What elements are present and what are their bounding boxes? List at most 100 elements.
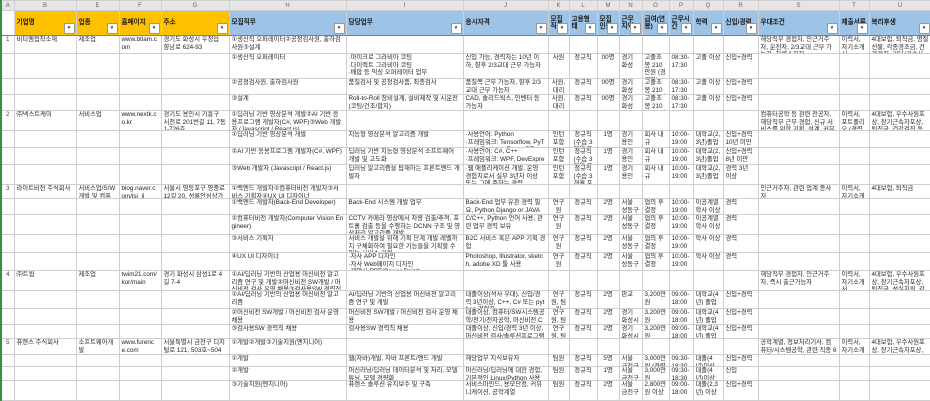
cell-N-row11[interactable]: 서울 성동구 [619, 235, 642, 253]
cell-E-row20[interactable] [76, 381, 119, 401]
cell-F-row18[interactable] [119, 355, 161, 367]
cell-P-row2[interactable]: 08:30-17:30 [669, 79, 693, 95]
cell-G-row7[interactable] [161, 165, 229, 185]
cell-L-row16[interactable]: 정규직 [569, 325, 597, 339]
column-letter-S[interactable]: S [758, 1, 839, 11]
cell-S-row14[interactable] [758, 291, 839, 309]
cell-I-row4[interactable] [346, 111, 463, 131]
header-cell-blank[interactable] [1, 11, 14, 36]
cell-U-row20[interactable] [869, 381, 930, 401]
cell-O-row8[interactable] [642, 185, 669, 199]
cell-J-row18[interactable]: 해당업무 지식보유자 [463, 355, 548, 367]
cell-Q-row6[interactable]: 대학교(2,3년)졸업 [693, 148, 723, 165]
cell-B-row10[interactable] [14, 215, 76, 235]
cell-T-row20[interactable] [839, 381, 869, 401]
cell-H-row11[interactable]: ③서비스 기획자 [229, 235, 346, 253]
cell-U-row19[interactable] [869, 367, 930, 381]
cell-M-row4[interactable] [597, 111, 619, 131]
cell-S-row11[interactable] [758, 235, 839, 253]
cell-Q-row13[interactable] [693, 271, 723, 291]
cell-T-row3[interactable] [839, 95, 869, 111]
cell-Q-row5[interactable]: 대학교(2,3년)졸업 [693, 131, 723, 148]
filter-dropdown-icon[interactable]: ▼ [827, 23, 838, 34]
cell-M-row1[interactable]: 00명 [597, 54, 619, 79]
cell-P-row12[interactable]: 10:00-19:00 [669, 253, 693, 271]
row-number-cell[interactable]: 2 [1, 111, 14, 131]
cell-N-row13[interactable] [619, 271, 642, 291]
cell-P-row15[interactable]: 09:00-18:00 [669, 309, 693, 325]
cell-N-row2[interactable]: 경기 화성 [619, 79, 642, 95]
cell-K-row2[interactable]: 사원, 대리 [548, 79, 569, 95]
cell-J-row4[interactable] [463, 111, 548, 131]
cell-U-row0[interactable]: 4대보험, 퇴직금, 명절선물, 각종경조금, 건강검진, 기타(기숙사, 통근… [869, 36, 930, 54]
filter-dropdown-icon[interactable]: ▼ [711, 23, 722, 34]
cell-I-row6[interactable]: 딥러닝 기반 지능형 영상분석 소프트웨어 개발 및 고도화 [346, 148, 463, 165]
cell-M-row11[interactable]: 2명 [597, 235, 619, 253]
cell-J-row3[interactable]: CAD, 솔리드웍스, 인벤터 등 가능자 [463, 95, 548, 111]
cell-E-row19[interactable] [76, 367, 119, 381]
cell-F-row1[interactable] [119, 54, 161, 79]
cell-O-row9[interactable]: 협의 후 결정 [642, 199, 669, 215]
cell-G-row10[interactable] [161, 215, 229, 235]
cell-P-row19[interactable]: 09:30-18:30 [669, 367, 693, 381]
cell-H-row17[interactable]: ①개발②개발③기술지원(엔지니어) [229, 339, 346, 355]
row-number-cell[interactable] [1, 79, 14, 95]
filter-dropdown-icon[interactable]: ▼ [607, 23, 618, 34]
cell-K-row7[interactable]: 인턴 포함 [548, 165, 569, 185]
cell-R-row16[interactable]: 신입+경력 [723, 325, 758, 339]
cell-I-row13[interactable] [346, 271, 463, 291]
row-number-cell[interactable] [1, 309, 14, 325]
cell-R-row6[interactable]: 신입+경력 8년 미만 [723, 148, 758, 165]
row-number-cell[interactable] [1, 199, 14, 215]
cell-S-row17[interactable]: 공학계열, 정보처리기사, 컴퓨터/시스템공학, 관련 직종 6개월 이상 [758, 339, 839, 355]
cell-E-row4[interactable]: 서비스업 [76, 111, 119, 131]
cell-Q-row3[interactable]: 고졸 이상 [693, 95, 723, 111]
cell-O-row17[interactable] [642, 339, 669, 355]
cell-I-row18[interactable]: 웹(자바)개발, 자바 프론트/엔드 개발 [346, 355, 463, 367]
cell-N-row7[interactable]: 경기 용인 [619, 165, 642, 185]
header-cell-I[interactable]: 담당업무▼ [346, 11, 463, 36]
header-cell-P[interactable]: 근무시간▼ [669, 11, 693, 36]
cell-O-row19[interactable]: 3,000만 원 [642, 367, 669, 381]
cell-K-row16[interactable]: 연구원, 팀원 [548, 325, 569, 339]
cell-S-row7[interactable] [758, 165, 839, 185]
cell-I-row20[interactable]: 퓨렌스 솔루션 유지보수 및 구축 [346, 381, 463, 401]
cell-M-row0[interactable] [597, 36, 619, 54]
cell-S-row13[interactable]: 해당직무 경험자, 인근거주자, 즉시 출근가능자 [758, 271, 839, 291]
cell-J-row19[interactable]: 머신러닝/딥러닝에 대한 경험, 기본적인 Linux/Python 사용능력 [463, 367, 548, 381]
cell-R-row11[interactable]: 경력 [723, 235, 758, 253]
cell-P-row5[interactable]: 10:00-19:00 [669, 131, 693, 148]
cell-O-row16[interactable]: 3,200만 원 [642, 325, 669, 339]
cell-G-row6[interactable] [161, 148, 229, 165]
cell-M-row2[interactable]: 00명 [597, 79, 619, 95]
cell-H-row5[interactable]: ①딥러닝 기반 영상분석 개발 [229, 131, 346, 148]
row-number-cell[interactable]: 4 [1, 271, 14, 291]
column-letter-P[interactable]: P [669, 1, 693, 11]
cell-T-row11[interactable] [839, 235, 869, 253]
cell-H-row0[interactable]: ①생산직 오퍼레이터②공정검사원, 출하검사원③설계 [229, 36, 346, 54]
cell-U-row15[interactable] [869, 309, 930, 325]
cell-I-row2[interactable]: 품질검사 및 공정검사품, 최종검사 [346, 79, 463, 95]
filter-dropdown-icon[interactable]: ▼ [657, 23, 668, 34]
cell-T-row7[interactable] [839, 165, 869, 185]
cell-L-row8[interactable] [569, 185, 597, 199]
cell-S-row0[interactable]: 해당직무 경험자, 인근거주자, 운전자, 2/3교대 근무 가능자, 차량소지… [758, 36, 839, 54]
cell-J-row2[interactable]: 품질쪽 근무 가능자, 향후 2/3교대 근무 가능자 [463, 79, 548, 95]
cell-Q-row9[interactable]: 이공계열 학사 이상 [693, 199, 723, 215]
cell-G-row0[interactable]: 경기도 화성시 우정읍 향남로 624-93 [161, 36, 229, 54]
cell-E-row16[interactable] [76, 325, 119, 339]
cell-E-row15[interactable] [76, 309, 119, 325]
cell-K-row3[interactable]: 사원, 대리 [548, 95, 569, 111]
cell-L-row10[interactable]: 정규직 [569, 215, 597, 235]
cell-B-row1[interactable] [14, 54, 76, 79]
cell-N-row20[interactable]: 서울 금천구 [619, 381, 642, 401]
header-cell-T[interactable]: 제출서류▼ [839, 11, 869, 36]
cell-G-row12[interactable] [161, 253, 229, 271]
cell-F-row19[interactable] [119, 367, 161, 381]
cell-E-row18[interactable] [76, 355, 119, 367]
cell-E-row0[interactable]: 제조업 [76, 36, 119, 54]
row-number-cell[interactable] [1, 367, 14, 381]
column-letter-F[interactable]: F [119, 1, 161, 11]
cell-O-row0[interactable] [642, 36, 669, 54]
cell-B-row20[interactable] [14, 381, 76, 401]
